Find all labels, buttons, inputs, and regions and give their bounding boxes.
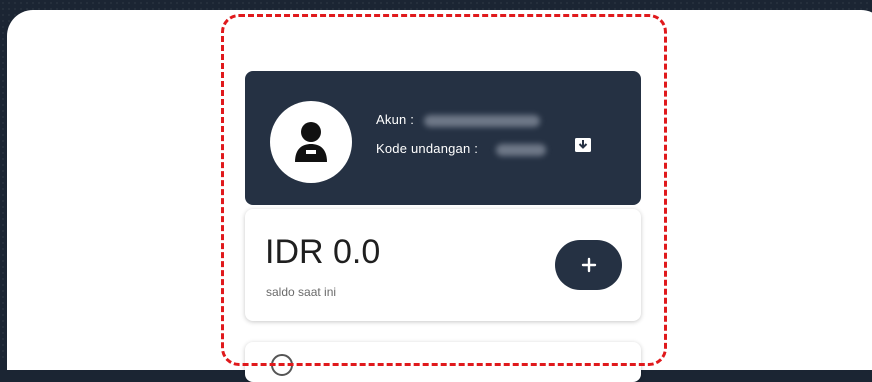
highlight-frame <box>221 14 667 366</box>
